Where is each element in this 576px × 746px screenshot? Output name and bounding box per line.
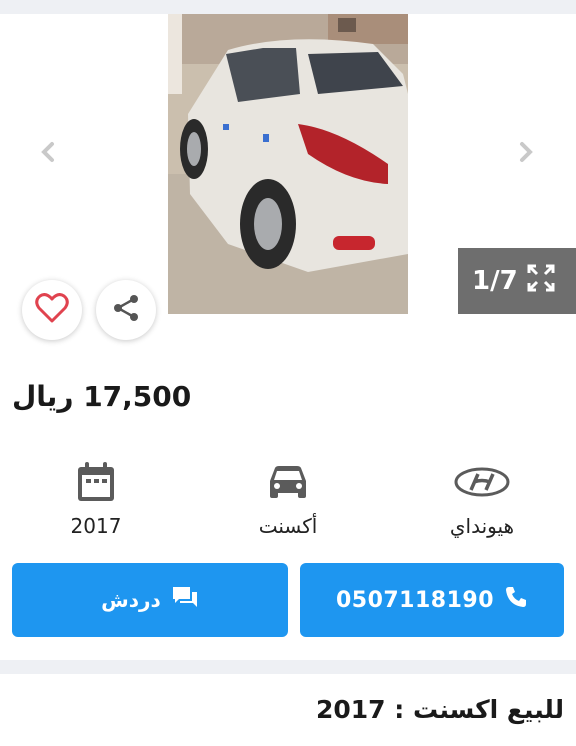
price: 17,500 ريال xyxy=(12,380,191,413)
chat-button[interactable]: دردش xyxy=(12,563,288,637)
car-photo[interactable] xyxy=(168,14,408,314)
share-icon xyxy=(111,293,141,327)
call-button[interactable]: 0507118190 xyxy=(300,563,564,637)
top-bar xyxy=(0,0,576,14)
calendar-icon xyxy=(76,461,116,507)
chat-button-label: دردش xyxy=(101,588,161,612)
price-value: 17,500 xyxy=(83,380,192,413)
heart-icon xyxy=(35,293,69,327)
listing-title: للبيع اكسنت : 2017 xyxy=(316,695,564,724)
spec-brand: هيونداي xyxy=(412,458,552,538)
image-counter-text: 1/7 xyxy=(472,266,518,296)
hyundai-logo-icon xyxy=(454,466,510,502)
spec-brand-value: هيونداي xyxy=(449,514,515,538)
chat-icon xyxy=(171,585,199,616)
spec-year-value: 2017 xyxy=(70,514,122,538)
car-icon xyxy=(267,464,309,504)
phone-number: 0507118190 xyxy=(335,587,495,613)
section-divider xyxy=(0,660,576,674)
spec-year: 2017 xyxy=(26,458,166,538)
favorite-button[interactable] xyxy=(22,280,82,340)
spec-model-value: أكسنت xyxy=(258,514,318,538)
specs-row: 2017 أكسنت هيونداي xyxy=(0,458,576,548)
image-gallery[interactable]: 1/7 xyxy=(0,14,576,314)
previous-image-button[interactable] xyxy=(28,134,68,174)
share-button[interactable] xyxy=(96,280,156,340)
fullscreen-icon[interactable] xyxy=(526,263,556,300)
chevron-left-icon xyxy=(39,141,57,167)
image-counter[interactable]: 1/7 xyxy=(458,248,576,314)
chevron-right-icon xyxy=(517,141,535,167)
next-image-button[interactable] xyxy=(506,134,546,174)
price-currency: ريال xyxy=(12,380,74,413)
spec-model: أكسنت xyxy=(218,458,358,538)
phone-icon xyxy=(504,585,528,615)
